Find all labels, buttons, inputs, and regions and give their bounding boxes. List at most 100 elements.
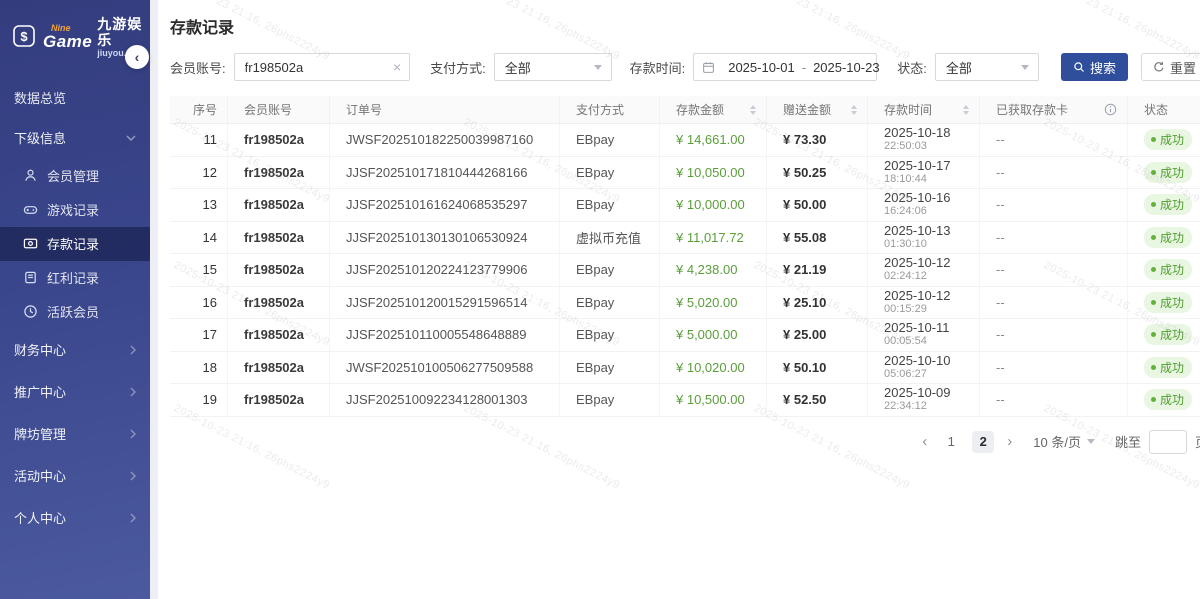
- pay-method-label: 支付方式:: [430, 58, 486, 77]
- prev-page-icon[interactable]: ‹: [919, 432, 930, 452]
- status-dot-icon: [1151, 365, 1156, 370]
- header-seq: 序号: [170, 96, 228, 123]
- status-dot-icon: [1151, 170, 1156, 175]
- cell-pay-method: EBpay: [560, 384, 660, 416]
- sidebar-item-member-management[interactable]: 会员管理: [0, 159, 150, 193]
- status-select[interactable]: 全部: [935, 53, 1039, 81]
- table-row: 11 fr198502a JWSF202510182250039987160 E…: [170, 124, 1200, 157]
- cell-seq: 16: [170, 287, 228, 319]
- cell-order-no: JJSF202510161624068535297: [330, 189, 560, 221]
- sort-icon[interactable]: [963, 105, 969, 115]
- brand-logo-icon: $: [12, 23, 38, 52]
- cell-order-no: JJSF202510110005548648889: [330, 319, 560, 351]
- date-start-value: 2025-10-01: [728, 60, 795, 75]
- header-bonus-amount[interactable]: 赠送金额: [767, 96, 868, 123]
- cell-deposit-time: 2025-10-18 22:50:03: [868, 124, 980, 156]
- table-row: 16 fr198502a JJSF202510120015291596514 E…: [170, 287, 1200, 320]
- sidebar-item-finance-center[interactable]: 财务中心: [0, 329, 150, 371]
- info-icon[interactable]: [1104, 103, 1117, 116]
- gamepad-icon: [22, 202, 38, 218]
- cell-deposit-card: --: [980, 124, 1128, 156]
- status-badge: 成功: [1144, 357, 1192, 378]
- calendar-icon: [702, 61, 715, 74]
- sidebar-item-deposit-records[interactable]: 存款记录: [0, 227, 150, 261]
- cell-deposit-card: --: [980, 287, 1128, 319]
- sidebar-collapse-button[interactable]: ‹: [125, 45, 149, 69]
- sidebar-item-overview[interactable]: 数据总览: [0, 79, 150, 117]
- deposit-time-label: 存款时间:: [630, 58, 686, 77]
- table-body: 11 fr198502a JWSF202510182250039987160 E…: [170, 124, 1200, 417]
- cell-bonus-amount: ¥ 50.25: [767, 157, 868, 189]
- header-deposit-amount[interactable]: 存款金额: [660, 96, 767, 123]
- page-button-1[interactable]: 1: [940, 431, 962, 453]
- cell-status: 成功: [1128, 124, 1200, 156]
- header-status: 状态: [1128, 96, 1200, 123]
- cell-seq: 15: [170, 254, 228, 286]
- chevron-down-icon: [594, 65, 602, 70]
- cell-deposit-time: 2025-10-11 00:05:54: [868, 319, 980, 351]
- cell-account: fr198502a: [228, 352, 330, 384]
- cell-deposit-time: 2025-10-12 00:15:29: [868, 287, 980, 319]
- cell-pay-method: EBpay: [560, 287, 660, 319]
- sidebar-item-bonus-records[interactable]: 红利记录: [0, 261, 150, 295]
- cell-status: 成功: [1128, 189, 1200, 221]
- chevron-down-icon: [1021, 65, 1029, 70]
- account-input[interactable]: [235, 60, 410, 75]
- main-content: 存款记录 会员账号: × 支付方式: 全部 存款时间: 2025-10-01 -…: [158, 0, 1200, 599]
- date-separator: -: [802, 60, 806, 75]
- cell-seq: 18: [170, 352, 228, 384]
- status-label: 状态:: [897, 58, 927, 77]
- sidebar-item-activity-center[interactable]: 活动中心: [0, 455, 150, 497]
- bank-card-icon: [22, 236, 38, 252]
- cell-account: fr198502a: [228, 189, 330, 221]
- sidebar: $ Nine Game 九游娱乐 jiuyou.com 数据总览 下级信息 会员…: [0, 0, 150, 599]
- header-order-no: 订单号: [330, 96, 560, 123]
- cell-status: 成功: [1128, 319, 1200, 351]
- chevron-down-icon: [126, 135, 136, 141]
- cell-pay-method: EBpay: [560, 124, 660, 156]
- cell-status: 成功: [1128, 384, 1200, 416]
- account-label: 会员账号:: [170, 58, 226, 77]
- cell-deposit-time: 2025-10-17 18:10:44: [868, 157, 980, 189]
- sidebar-item-archway-management[interactable]: 牌坊管理: [0, 413, 150, 455]
- status-value: 全部: [946, 58, 972, 77]
- jump-page-input[interactable]: [1149, 430, 1187, 454]
- table-row: 19 fr198502a JJSF202510092234128001303 E…: [170, 384, 1200, 417]
- table-row: 13 fr198502a JJSF202510161624068535297 E…: [170, 189, 1200, 222]
- header-deposit-time[interactable]: 存款时间: [868, 96, 980, 123]
- user-icon: [22, 168, 38, 184]
- sort-icon[interactable]: [750, 105, 756, 115]
- cell-deposit-card: --: [980, 352, 1128, 384]
- clear-icon[interactable]: ×: [393, 59, 401, 75]
- search-button[interactable]: 搜索: [1061, 53, 1128, 81]
- next-page-icon[interactable]: ›: [1004, 432, 1015, 452]
- table-row: 18 fr198502a JWSF202510100506277509588 E…: [170, 352, 1200, 385]
- sidebar-item-game-records[interactable]: 游戏记录: [0, 193, 150, 227]
- sidebar-section-subordinate-info[interactable]: 下级信息: [0, 117, 150, 159]
- bonus-ledger-icon: [22, 270, 38, 286]
- pay-method-value: 全部: [505, 58, 531, 77]
- page-button-2-current[interactable]: 2: [972, 431, 994, 453]
- date-range-picker[interactable]: 2025-10-01 - 2025-10-23: [693, 53, 877, 81]
- sidebar-item-active-members[interactable]: 活跃会员: [0, 295, 150, 329]
- refresh-icon: [1153, 61, 1165, 73]
- sidebar-item-label: 活动中心: [14, 466, 66, 485]
- cell-bonus-amount: ¥ 50.10: [767, 352, 868, 384]
- brand-name-en: Nine Game: [43, 24, 92, 50]
- cell-bonus-amount: ¥ 55.08: [767, 222, 868, 254]
- sidebar-item-personal-center[interactable]: 个人中心: [0, 497, 150, 539]
- sort-icon[interactable]: [851, 105, 857, 115]
- reset-button[interactable]: 重置: [1141, 53, 1200, 81]
- cell-pay-method: EBpay: [560, 254, 660, 286]
- cell-bonus-amount: ¥ 50.00: [767, 189, 868, 221]
- sidebar-item-label: 活跃会员: [47, 302, 99, 321]
- cell-deposit-time: 2025-10-16 16:24:06: [868, 189, 980, 221]
- status-badge: 成功: [1144, 324, 1192, 345]
- cell-deposit-amount: ¥ 14,661.00: [660, 124, 767, 156]
- pay-method-select[interactable]: 全部: [494, 53, 612, 81]
- status-badge: 成功: [1144, 292, 1192, 313]
- table-row: 12 fr198502a JJSF202510171810444268166 E…: [170, 157, 1200, 190]
- cell-deposit-amount: ¥ 10,020.00: [660, 352, 767, 384]
- sidebar-item-promotion-center[interactable]: 推广中心: [0, 371, 150, 413]
- page-size-select[interactable]: 10 条/页: [1033, 432, 1095, 451]
